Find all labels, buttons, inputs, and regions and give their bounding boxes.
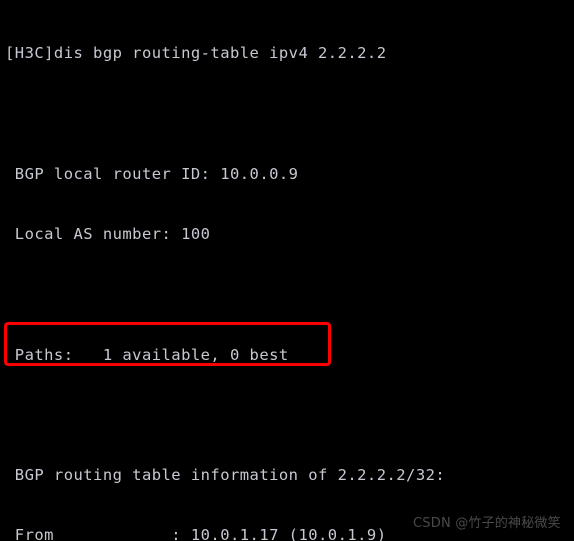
console-output: [H3C]dis bgp routing-table ipv4 2.2.2.2 … [5, 3, 565, 541]
watermark-text: CSDN @竹子的神秘微笑 [413, 516, 561, 531]
terminal-line-command: [H3C]dis bgp routing-table ipv4 2.2.2.2 [5, 44, 387, 63]
terminal-window[interactable]: [H3C]dis bgp routing-table ipv4 2.2.2.2 … [0, 0, 574, 541]
terminal-line-local-as: Local AS number: 100 [5, 225, 211, 244]
terminal-line-table-header: BGP routing table information of 2.2.2.2… [5, 466, 446, 485]
terminal-line-router-id: BGP local router ID: 10.0.0.9 [5, 164, 299, 183]
terminal-line-paths: Paths: 1 available, 0 best [5, 345, 289, 364]
